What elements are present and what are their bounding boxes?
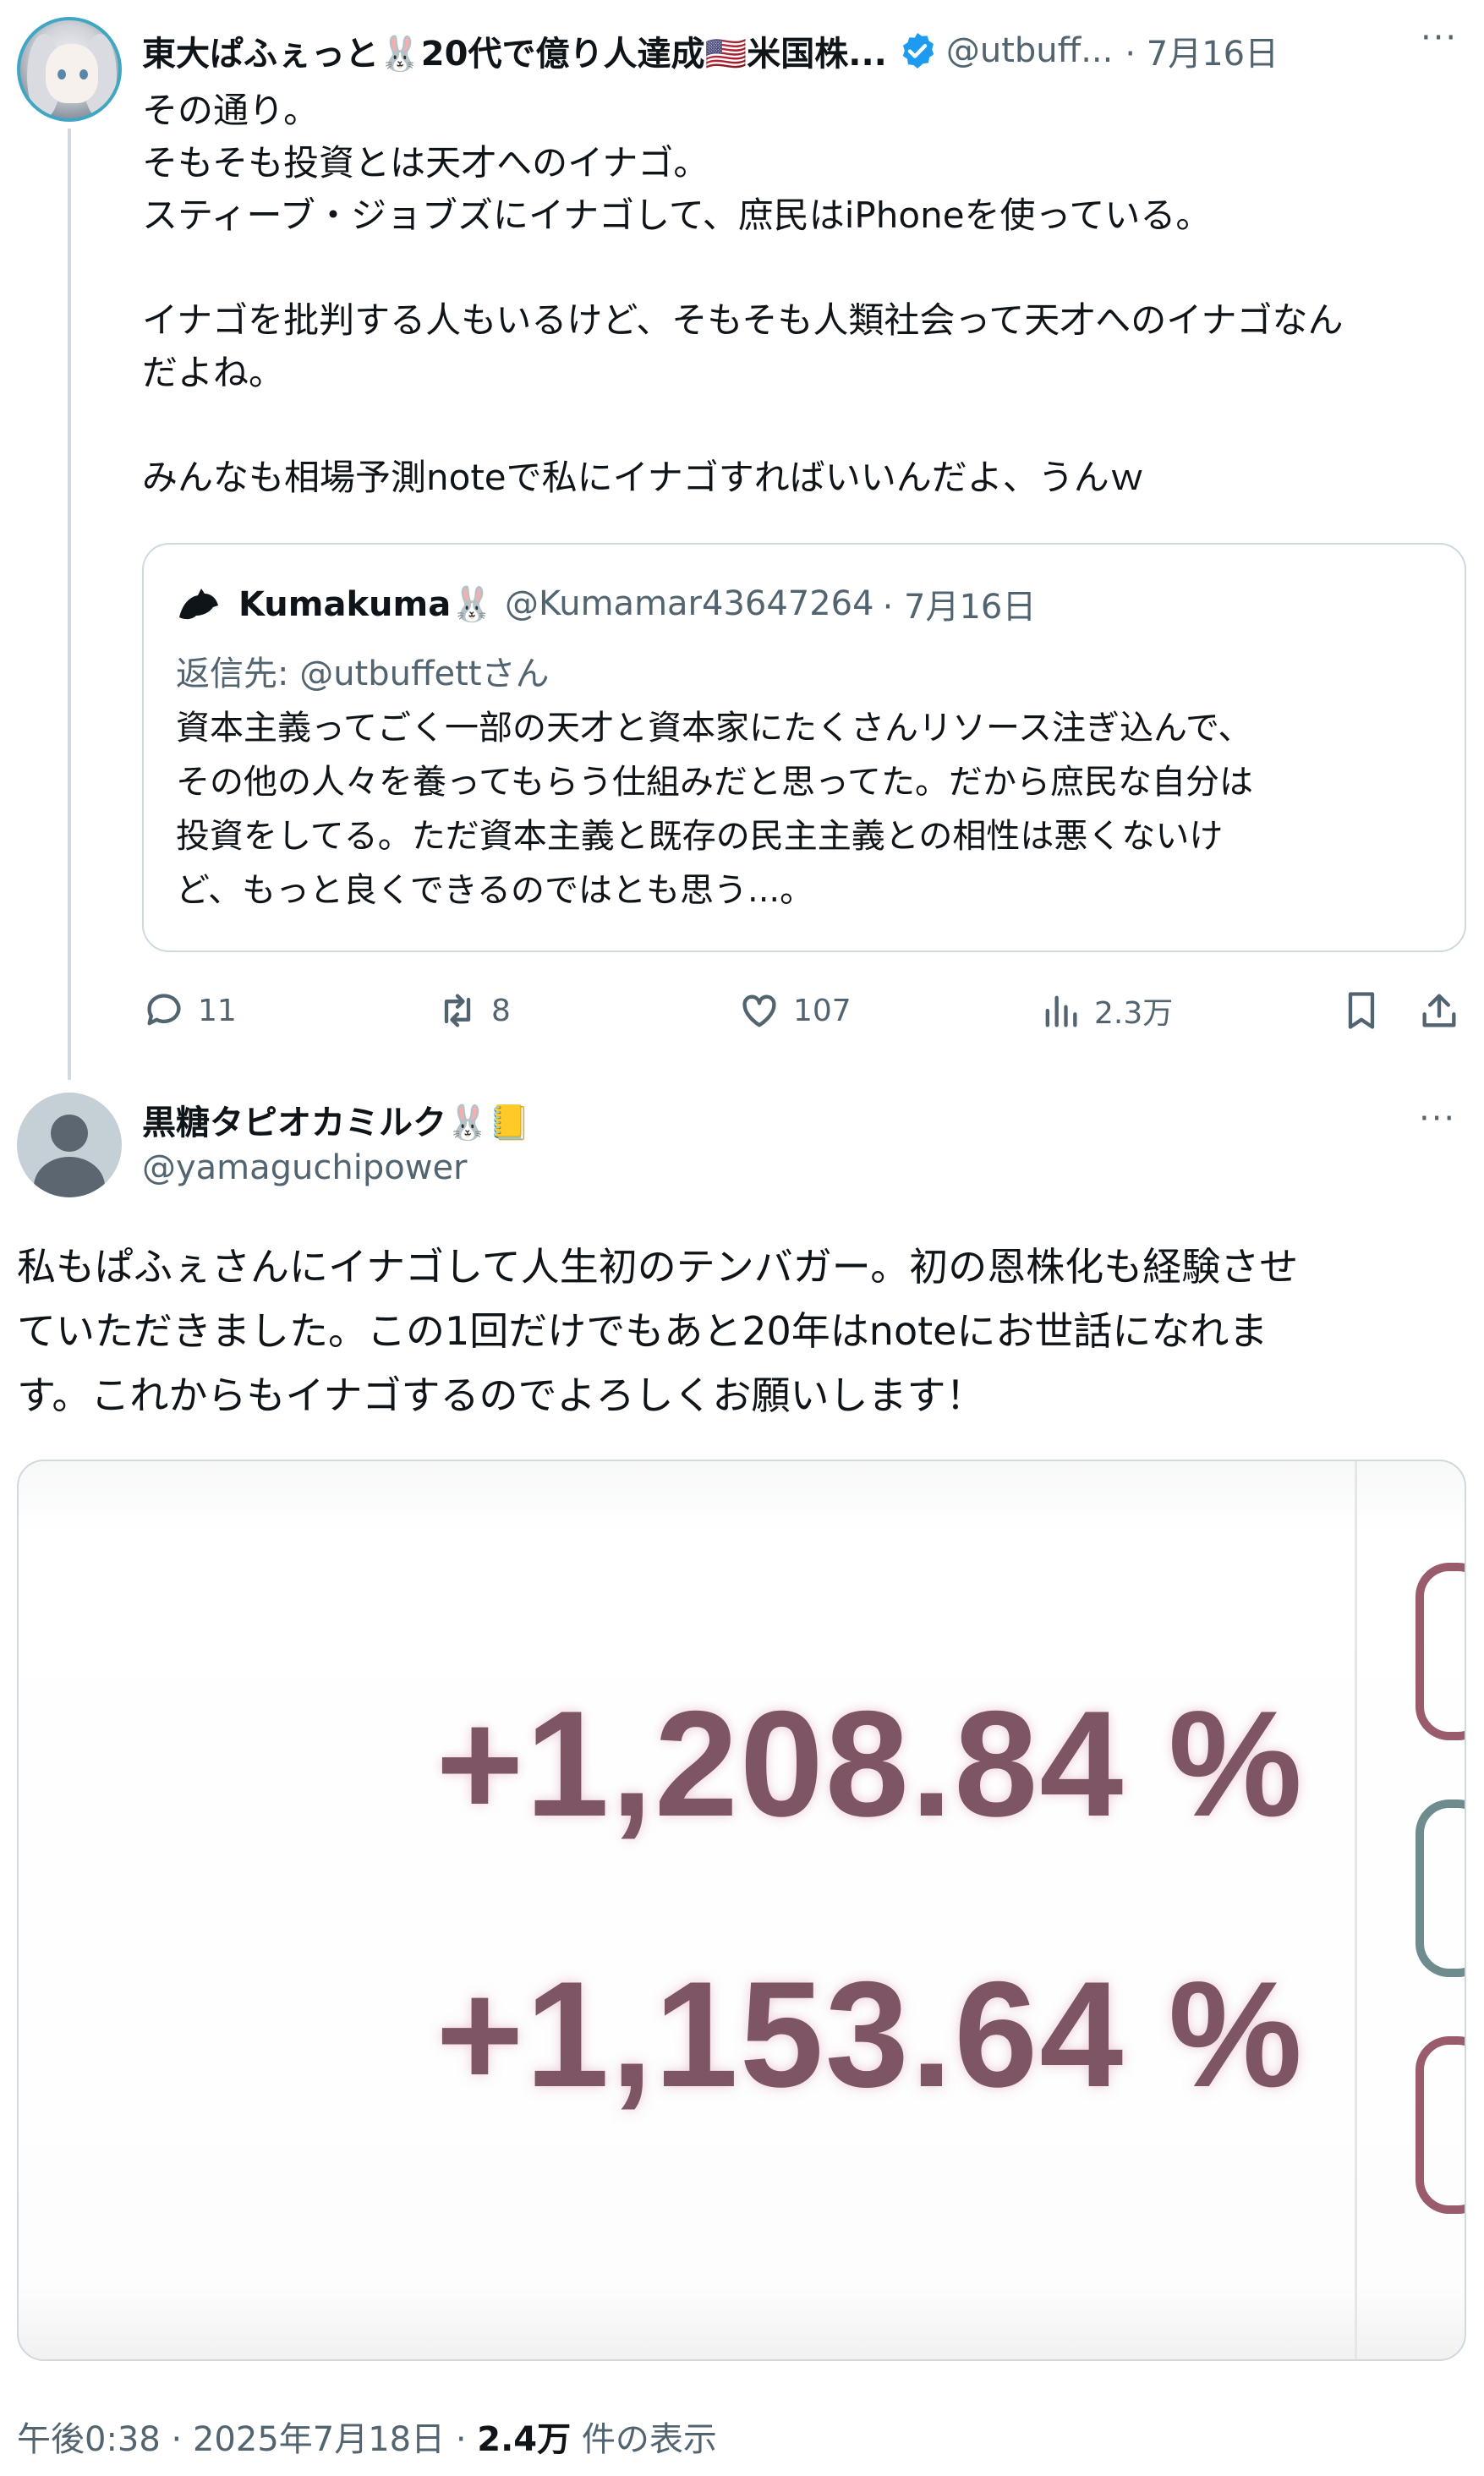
views-count: 2.3万 bbox=[1094, 996, 1174, 1031]
bookmark-button[interactable] bbox=[1339, 981, 1395, 1040]
tweet-text: その通り。 そもそも投資とは天才へのイナゴ。 スティーブ・ジョブズにイナゴして、… bbox=[142, 85, 1461, 504]
reply-count: 11 bbox=[198, 993, 237, 1028]
views-icon bbox=[1045, 995, 1077, 1027]
tweet-line: みんなも相場予測noteで私にイナゴすればいいんだよ、うんｗ bbox=[142, 457, 1145, 498]
display-name[interactable]: 東大ぱふぇっと🐰20代で億り人達成🇺🇸米国株... bbox=[142, 26, 887, 75]
quote-header: Kumakuma🐰 @Kumamar43647264 · 7月16日 bbox=[176, 578, 1036, 629]
reply-line: ていただきました。この1回だけでもあと20年はnoteにお世話になれま bbox=[17, 1308, 1268, 1354]
timestamp[interactable]: · 7月16日 bbox=[1125, 26, 1279, 75]
reply-button[interactable]: 11 bbox=[142, 981, 237, 1040]
views-label: 件の表示 bbox=[571, 2420, 717, 2459]
share-icon bbox=[1422, 994, 1456, 1027]
reply-header: 黒糖タピオカミルク🐰📒 bbox=[142, 1094, 531, 1145]
quote-timestamp[interactable]: · 7月16日 bbox=[883, 579, 1037, 628]
tweet-line: スティーブ・ジョブズにイナゴして、庶民はiPhoneを使っている。 bbox=[142, 194, 1212, 236]
quote-display-name[interactable]: Kumakuma🐰 bbox=[238, 584, 493, 624]
avatar[interactable] bbox=[17, 1093, 122, 1197]
retweet-count: 8 bbox=[491, 993, 511, 1028]
avatar[interactable] bbox=[17, 17, 122, 122]
tweet-line: その通り。 bbox=[142, 90, 320, 131]
post-view-count[interactable]: 2.4万 bbox=[477, 2420, 571, 2459]
reply-line: す。これからもイナゴするのでよろしくお願いします！ bbox=[17, 1372, 985, 1418]
tweet-line: だよね。 bbox=[142, 352, 285, 393]
quote-line: その他の人々を養ってもらう仕組みだと思ってた。だから庶民な自分は bbox=[176, 763, 1253, 802]
reply-text: 私もぱふぇさんにイナゴして人生初のテンバガー。初の恩株化も経験させ ていただきま… bbox=[17, 1235, 1467, 1427]
percent-value: +1,153.64 % bbox=[435, 1950, 1304, 2118]
handle[interactable]: @yamaguchipower bbox=[142, 1148, 468, 1187]
quote-text: 資本主義ってごく一部の天才と資本家にたくさんリソース注ぎ込んで、 その他の人々を… bbox=[176, 701, 1444, 918]
thread-line bbox=[68, 129, 71, 1080]
reply-icon bbox=[147, 994, 181, 1026]
attached-image[interactable]: +1,208.84 % +1,153.64 % bbox=[17, 1460, 1466, 2361]
image-badge-shape bbox=[1416, 1799, 1465, 1977]
views-button[interactable]: 2.3万 bbox=[1038, 981, 1173, 1040]
tweet-line bbox=[142, 242, 1461, 294]
like-icon bbox=[742, 994, 776, 1027]
quote-handle[interactable]: @Kumamar43647264 bbox=[505, 584, 874, 623]
quoted-tweet[interactable]: Kumakuma🐰 @Kumamar43647264 · 7月16日 返信先: … bbox=[142, 543, 1466, 952]
post-meta: 午後0:38 · 2025年7月18日 · 2.4万 件の表示 bbox=[17, 2412, 717, 2461]
display-name[interactable]: 黒糖タピオカミルク🐰📒 bbox=[142, 1095, 531, 1144]
tweet-header: 東大ぱふぇっと🐰20代で億り人達成🇺🇸米国株... @utbuff... · 7… bbox=[142, 25, 1279, 76]
reply-line: 私もぱふぇさんにイナゴして人生初のテンバガー。初の恩株化も経験させ bbox=[17, 1244, 1299, 1290]
image-badge-shape bbox=[1416, 2036, 1465, 2214]
reply-to-label[interactable]: 返信先: @utbuffettさん bbox=[176, 646, 550, 695]
bear-avatar-icon bbox=[179, 589, 218, 620]
like-count: 107 bbox=[793, 993, 852, 1028]
tweet-line: イナゴを批判する人もいるけど、そもそも人類社会って天才へのイナゴなん bbox=[142, 299, 1344, 341]
retweet-button[interactable]: 8 bbox=[435, 981, 511, 1040]
bookmark-icon bbox=[1348, 992, 1375, 1029]
quote-line: 投資をしてる。ただ資本主義と既存の民主主義との相性は悪くないけ bbox=[176, 817, 1224, 856]
tweet-line: そもそも投資とは天才へのイナゴ。 bbox=[142, 142, 709, 184]
quote-line: ど、もっと良くできるのではとも思う...。 bbox=[176, 871, 814, 910]
more-icon[interactable]: ··· bbox=[1419, 1099, 1456, 1138]
more-icon[interactable]: ··· bbox=[1421, 19, 1458, 58]
share-button[interactable] bbox=[1417, 981, 1473, 1040]
image-badge-shape bbox=[1416, 1563, 1465, 1740]
like-button[interactable]: 107 bbox=[737, 981, 852, 1040]
verified-badge-icon bbox=[902, 33, 934, 68]
percent-value: +1,208.84 % bbox=[435, 1679, 1304, 1848]
tweet-line bbox=[142, 399, 1461, 452]
post-timestamp[interactable]: 午後0:38 · 2025年7月18日 · bbox=[17, 2420, 477, 2459]
quote-line: 資本主義ってごく一部の天才と資本家にたくさんリソース注ぎ込んで、 bbox=[176, 709, 1252, 748]
image-divider bbox=[1355, 1461, 1357, 2359]
handle[interactable]: @utbuff... bbox=[946, 31, 1113, 70]
retweet-icon bbox=[444, 994, 471, 1027]
